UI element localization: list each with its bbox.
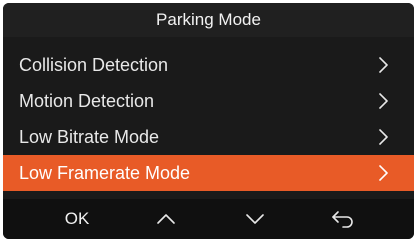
menu-item-label: Motion Detection xyxy=(19,91,155,111)
down-button[interactable] xyxy=(225,199,285,239)
menu-item-low-framerate-mode[interactable]: Low Framerate Mode xyxy=(3,155,414,191)
menu-item-collision-detection[interactable]: Collision Detection xyxy=(3,47,414,83)
up-button[interactable] xyxy=(136,199,196,239)
menu-item-label: Low Bitrate Mode xyxy=(19,127,160,147)
ok-label: OK xyxy=(64,209,90,228)
chevron-down-icon xyxy=(246,214,264,224)
chevron-right-icon xyxy=(379,57,388,73)
dashcam-screen: Parking Mode Collision Detection Motion … xyxy=(3,3,414,239)
menu-item-label: Collision Detection xyxy=(19,55,169,75)
chevron-right-icon xyxy=(379,129,388,145)
menu-item-low-bitrate-mode[interactable]: Low Bitrate Mode xyxy=(3,119,414,155)
chevron-right-icon xyxy=(379,93,388,109)
button-bar: OK xyxy=(3,199,414,239)
menu-item-motion-detection[interactable]: Motion Detection xyxy=(3,83,414,119)
chevron-up-icon xyxy=(157,214,175,224)
back-arrow-icon xyxy=(332,211,353,228)
settings-menu: Collision Detection Motion Detection Low… xyxy=(3,47,414,191)
back-button[interactable] xyxy=(313,199,373,239)
menu-item-label: Low Framerate Mode xyxy=(19,163,191,183)
ok-button[interactable]: OK xyxy=(47,199,107,239)
page-title: Parking Mode xyxy=(3,3,414,37)
chevron-right-icon xyxy=(379,165,388,181)
